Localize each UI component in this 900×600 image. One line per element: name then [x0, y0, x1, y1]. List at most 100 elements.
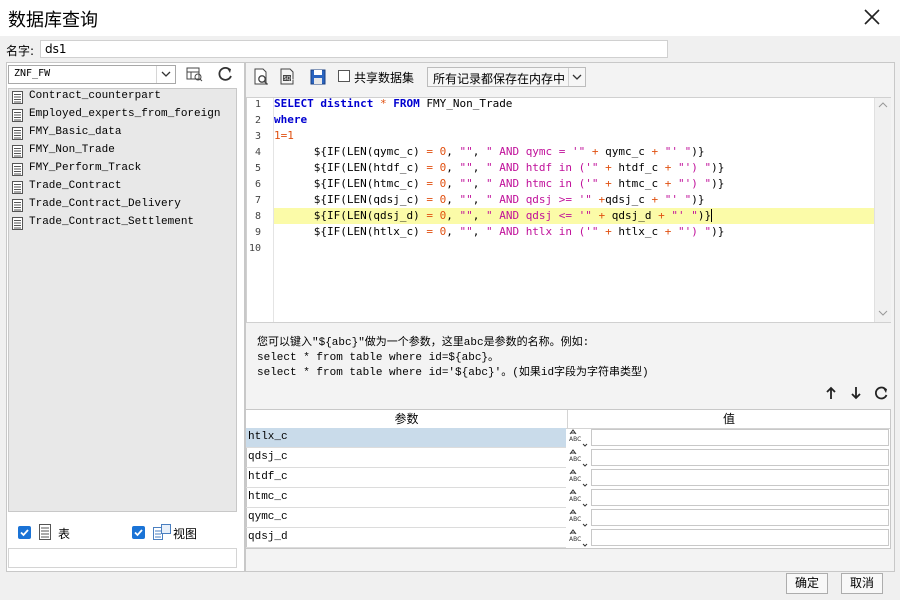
param-type-button[interactable]: ABC [568, 468, 590, 487]
refresh-params-button[interactable] [872, 384, 890, 402]
param-name: htdf_c [248, 471, 288, 483]
param-value-input[interactable] [591, 529, 889, 546]
param-name-cell[interactable]: qdsj_c [246, 448, 566, 468]
show-views-label: 视图 [173, 527, 198, 541]
param-type-badge: ABC [569, 496, 582, 503]
editor-scrollbar[interactable] [874, 98, 891, 322]
code-line-7: ${IF(LEN(qdsj_c) = 0, "", " AND qdsj >= … [274, 193, 705, 206]
table-list-item-label: Contract_counterpart [29, 90, 162, 102]
table-list-item-label: Employed_experts_from_foreign [29, 108, 221, 120]
sql-icon: SQL [280, 68, 294, 85]
line-number: 3 [254, 131, 261, 142]
share-dataset-checkbox[interactable] [338, 70, 350, 82]
move-down-button[interactable] [847, 384, 865, 402]
line-number: 7 [254, 195, 261, 206]
view-icon [152, 523, 172, 544]
code-line-8: ${IF(LEN(qdsj_d) = 0, "", " AND qdsj <= … [274, 208, 719, 224]
table-icon [12, 127, 23, 140]
record-storage-select[interactable]: 所有记录都保存在内存中 [427, 67, 586, 87]
preview-button[interactable] [250, 66, 274, 88]
table-list-item-label: FMY_Non_Trade [29, 144, 115, 156]
table-icon [12, 199, 23, 212]
param-name-cell[interactable]: qymc_c [246, 508, 566, 528]
close-button[interactable] [856, 4, 888, 32]
param-row[interactable]: htmc_c ABC [246, 488, 891, 508]
table-icon [12, 217, 23, 230]
param-type-badge: ABC [569, 436, 582, 443]
param-name-cell[interactable]: htlx_c [246, 428, 566, 448]
param-name-cell[interactable]: htdf_c [246, 468, 566, 488]
table-icon [12, 91, 23, 104]
ok-button[interactable]: 确定 [786, 573, 828, 594]
title-bar [0, 0, 900, 36]
code-line-5: ${IF(LEN(htdf_c) = 0, "", " AND htdf in … [274, 161, 725, 174]
name-input[interactable] [40, 40, 668, 58]
hint-line-1: 您可以键入"${abc}"做为一个参数，这里abc是参数的名称。例如: [257, 337, 590, 349]
param-type-button[interactable]: ABC [568, 508, 590, 527]
param-type-button[interactable]: ABC [568, 488, 590, 507]
show-tables-checkbox[interactable] [18, 526, 31, 539]
refresh-tables-button[interactable] [213, 63, 237, 85]
line-number: 4 [254, 147, 261, 158]
code-line-3: 1=1 [274, 129, 294, 142]
scroll-down-icon [878, 310, 888, 316]
line-number-gutter: 1 2 3 4 5 6 7 8 9 10 [247, 98, 274, 322]
table-list-item-label: FMY_Perform_Track [29, 162, 142, 174]
show-tables-label: 表 [58, 527, 71, 541]
name-label: 名字: [6, 44, 35, 58]
param-row[interactable]: qdsj_d ABC [246, 528, 891, 548]
sql-button[interactable]: SQL [276, 66, 300, 88]
table-list-item-label: FMY_Basic_data [29, 126, 122, 138]
param-name: htmc_c [248, 491, 288, 503]
table-icon [12, 181, 23, 194]
show-views-checkbox[interactable] [132, 526, 145, 539]
preview-grid-icon [186, 67, 203, 82]
param-type-badge: ABC [569, 536, 582, 543]
line-number: 6 [254, 179, 261, 190]
chevron-down-icon [568, 68, 585, 86]
param-name-cell[interactable]: qdsj_d [246, 528, 566, 548]
database-select-value: ZNF_FW [14, 68, 51, 79]
code-line-6: ${IF(LEN(htmc_c) = 0, "", " AND htmc in … [274, 177, 725, 190]
param-row[interactable]: qymc_c ABC [246, 508, 891, 528]
line-number: 10 [248, 243, 261, 254]
param-name: qymc_c [248, 511, 288, 523]
cancel-button[interactable]: 取消 [841, 573, 883, 594]
table-filter-input[interactable] [8, 548, 237, 568]
param-type-button[interactable]: ABC [568, 428, 590, 447]
param-row[interactable]: htlx_c ABC [246, 428, 891, 448]
check-icon [20, 529, 29, 537]
param-name-header[interactable]: 参数 [246, 410, 568, 429]
param-name: qdsj_d [248, 531, 288, 543]
param-type-button[interactable]: ABC [568, 528, 590, 547]
param-value-input[interactable] [591, 509, 889, 526]
param-value-header[interactable]: 值 [568, 410, 890, 429]
move-up-button[interactable] [822, 384, 840, 402]
save-query-button[interactable] [306, 66, 330, 88]
database-select[interactable]: ZNF_FW [8, 65, 176, 84]
line-number: 2 [254, 115, 261, 126]
param-type-badge: ABC [569, 456, 582, 463]
line-number: 1 [254, 99, 261, 110]
code-line-9: ${IF(LEN(htlx_c) = 0, "", " AND htlx in … [274, 225, 725, 238]
save-icon [310, 69, 326, 85]
param-value-input[interactable] [591, 489, 889, 506]
table-icon [12, 109, 23, 122]
param-type-badge: ABC [569, 516, 582, 523]
param-row[interactable]: qdsj_c ABC [246, 448, 891, 468]
table-preview-button[interactable] [182, 63, 206, 85]
chevron-down-icon [156, 66, 175, 83]
share-dataset-label: 共享数据集 [354, 71, 415, 85]
param-value-input[interactable] [591, 469, 889, 486]
param-type-badge: ABC [569, 476, 582, 483]
param-name-cell[interactable]: htmc_c [246, 488, 566, 508]
param-value-input[interactable] [591, 429, 889, 446]
svg-text:SQL: SQL [284, 76, 294, 82]
param-type-button[interactable]: ABC [568, 448, 590, 467]
code-line-4: ${IF(LEN(qymc_c) = 0, "", " AND qymc = '… [274, 145, 705, 158]
refresh-icon [218, 66, 232, 81]
param-value-input[interactable] [591, 449, 889, 466]
param-row[interactable]: htdf_c ABC [246, 468, 891, 488]
table-icon [12, 163, 23, 176]
table-list-item-label: Trade_Contract_Delivery [29, 198, 181, 210]
